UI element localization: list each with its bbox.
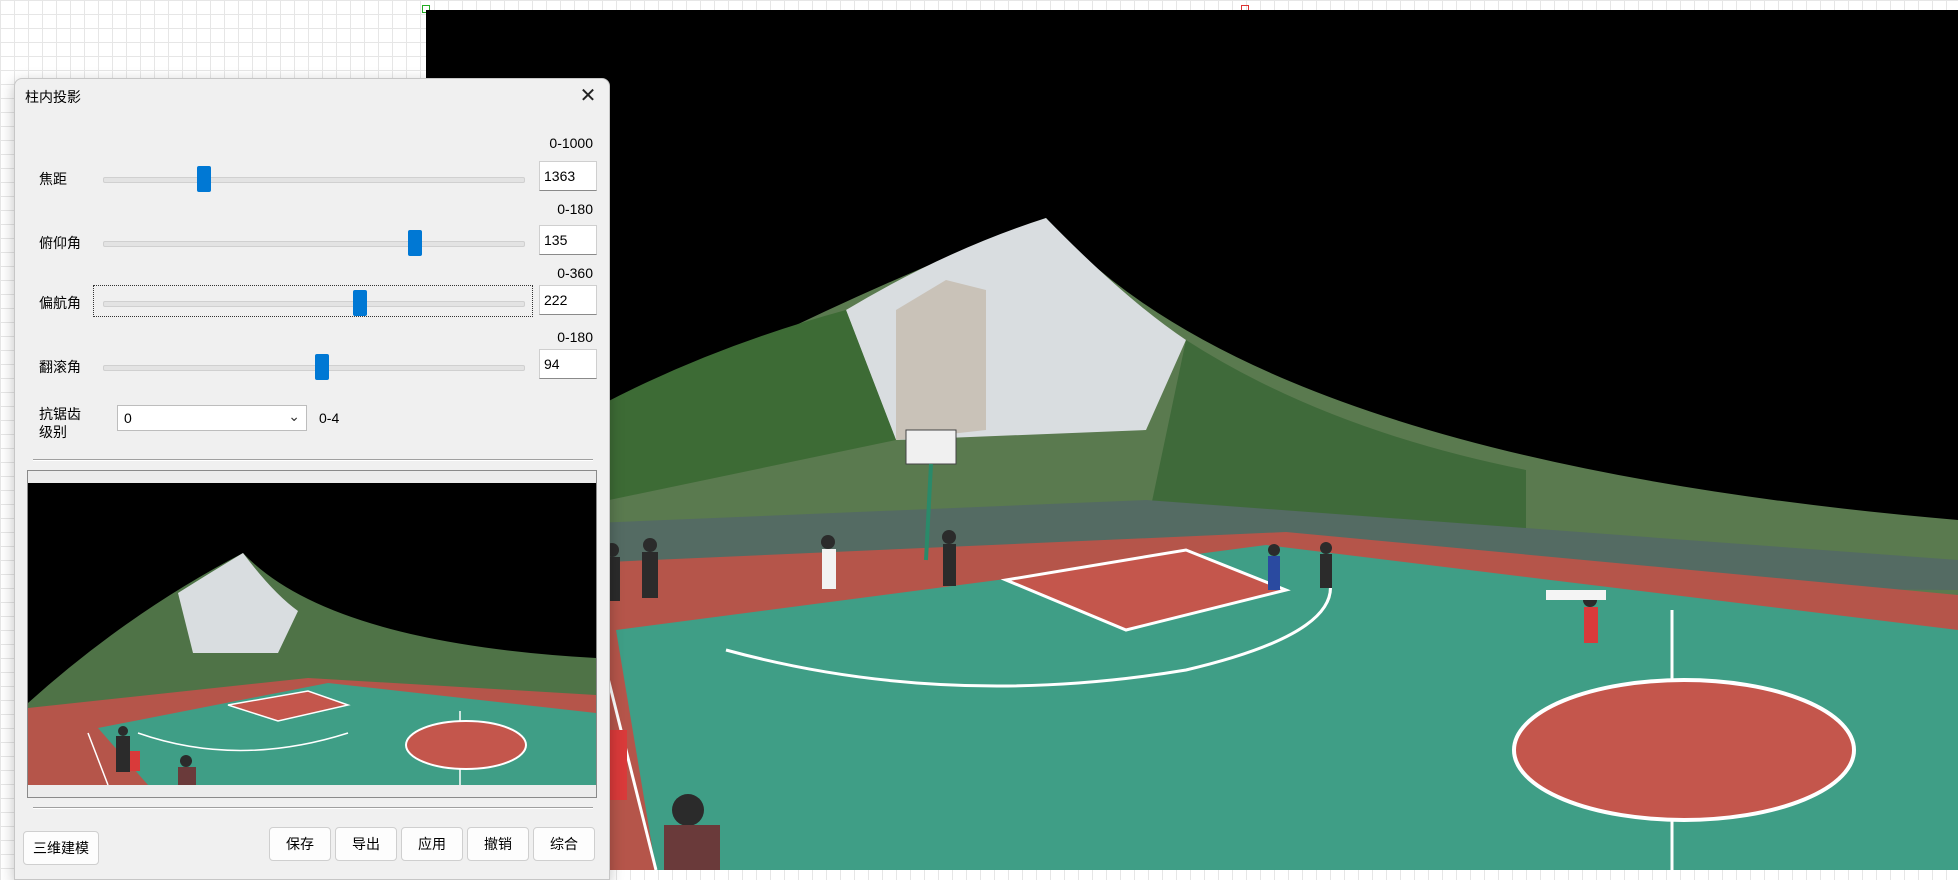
yaw-label: 偏航角	[39, 295, 81, 311]
yaw-row: 偏航角 0-360 222	[15, 265, 609, 325]
roll-range: 0-180	[557, 329, 593, 345]
combine-button[interactable]: 综合	[533, 827, 595, 861]
panorama-image	[426, 10, 1958, 870]
roll-thumb[interactable]	[315, 354, 330, 380]
pitch-input[interactable]: 135	[539, 225, 597, 255]
roll-label: 翻滚角	[39, 359, 81, 375]
antialias-select[interactable]: 0 ⌄	[117, 405, 307, 431]
chevron-down-icon[interactable]: ⌄	[288, 408, 300, 425]
apply-button[interactable]: 应用	[401, 827, 463, 861]
focal-length-input[interactable]: 1363	[539, 161, 597, 191]
focal-length-thumb[interactable]	[196, 166, 211, 192]
pitch-row: 俯仰角 0-180 135	[15, 201, 609, 261]
pitch-range: 0-180	[557, 201, 593, 217]
export-button[interactable]: 导出	[335, 827, 397, 861]
pitch-label: 俯仰角	[39, 235, 81, 251]
yaw-input[interactable]: 222	[539, 285, 597, 315]
focal-length-label: 焦距	[39, 171, 67, 187]
roll-row: 翻滚角 0-180 94	[15, 329, 609, 389]
antialias-range: 0-4	[319, 410, 340, 426]
antialias-label-line2: 级别	[39, 424, 67, 440]
preview-image	[28, 483, 596, 785]
divider-top	[33, 459, 593, 461]
antialias-label-line1: 抗锯齿	[39, 406, 81, 422]
antialias-value: 0	[124, 410, 132, 426]
roll-input[interactable]: 94	[539, 349, 597, 379]
focal-length-row: 焦距 0-1000 1363	[15, 135, 609, 195]
pitch-thumb[interactable]	[407, 230, 422, 256]
focal-length-range: 0-1000	[549, 135, 593, 151]
yaw-range: 0-360	[557, 265, 593, 281]
preview-panel	[27, 470, 597, 798]
yaw-slider[interactable]	[103, 290, 525, 316]
close-icon[interactable]: ✕	[575, 83, 601, 109]
save-button[interactable]: 保存	[269, 827, 331, 861]
yaw-thumb[interactable]	[353, 290, 368, 316]
undo-button[interactable]: 撤销	[467, 827, 529, 861]
cylinder-projection-dialog: 柱内投影 ✕ 焦距 0-1000 1363 俯仰角 0-180 135 偏航角 …	[14, 78, 610, 880]
focal-length-slider[interactable]	[103, 166, 525, 192]
antialias-label: 抗锯齿 级别	[39, 405, 81, 441]
panorama-canvas[interactable]	[426, 10, 1958, 870]
model-3d-button[interactable]: 三维建模	[23, 831, 99, 865]
dialog-title: 柱内投影	[25, 89, 81, 105]
divider-bottom	[33, 807, 593, 809]
dialog-titlebar[interactable]: 柱内投影 ✕	[15, 79, 609, 113]
roll-slider[interactable]	[103, 354, 525, 380]
pitch-slider[interactable]	[103, 230, 525, 256]
